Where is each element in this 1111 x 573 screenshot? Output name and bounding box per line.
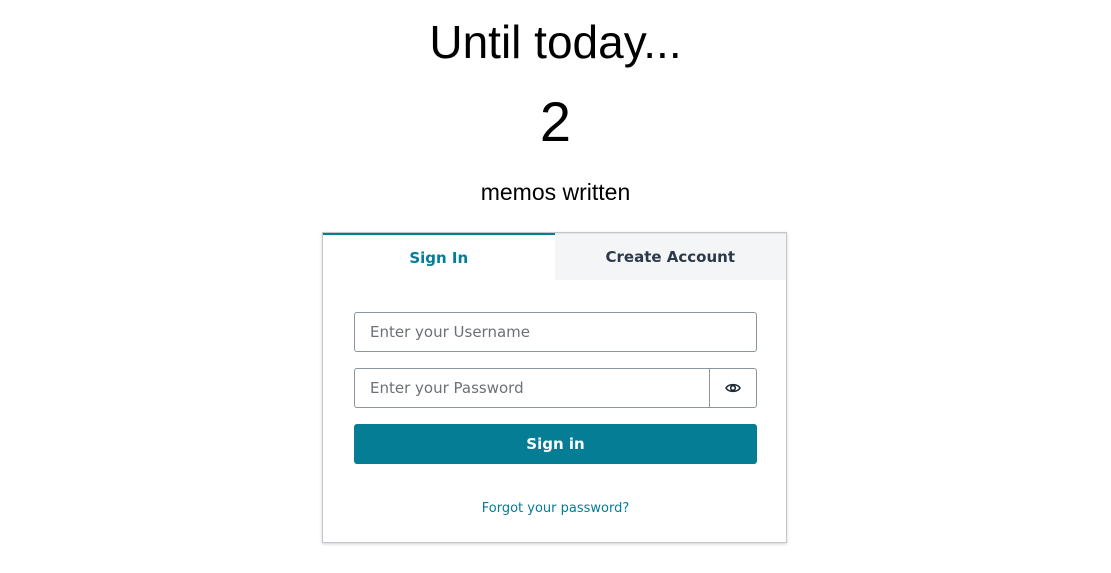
- tab-sign-in[interactable]: Sign In: [323, 233, 555, 280]
- password-row: [354, 368, 757, 408]
- username-input[interactable]: [354, 312, 757, 352]
- sign-in-form: Sign in: [354, 312, 757, 464]
- page: Until today... 2 memos written Sign In C…: [0, 0, 1111, 573]
- eye-icon: [725, 382, 741, 394]
- auth-card: Sign In Create Account Sign in Forgot y: [322, 232, 787, 543]
- auth-tabs: Sign In Create Account: [323, 233, 786, 280]
- page-title: Until today...: [429, 16, 682, 68]
- tab-create-account[interactable]: Create Account: [554, 233, 786, 280]
- memo-count: 2: [539, 90, 572, 153]
- memo-count-caption: memos written: [480, 179, 631, 205]
- show-password-button[interactable]: [709, 368, 757, 408]
- forgot-password-link[interactable]: Forgot your password?: [323, 501, 788, 516]
- sign-in-button[interactable]: Sign in: [354, 424, 757, 464]
- password-input[interactable]: [354, 368, 709, 408]
